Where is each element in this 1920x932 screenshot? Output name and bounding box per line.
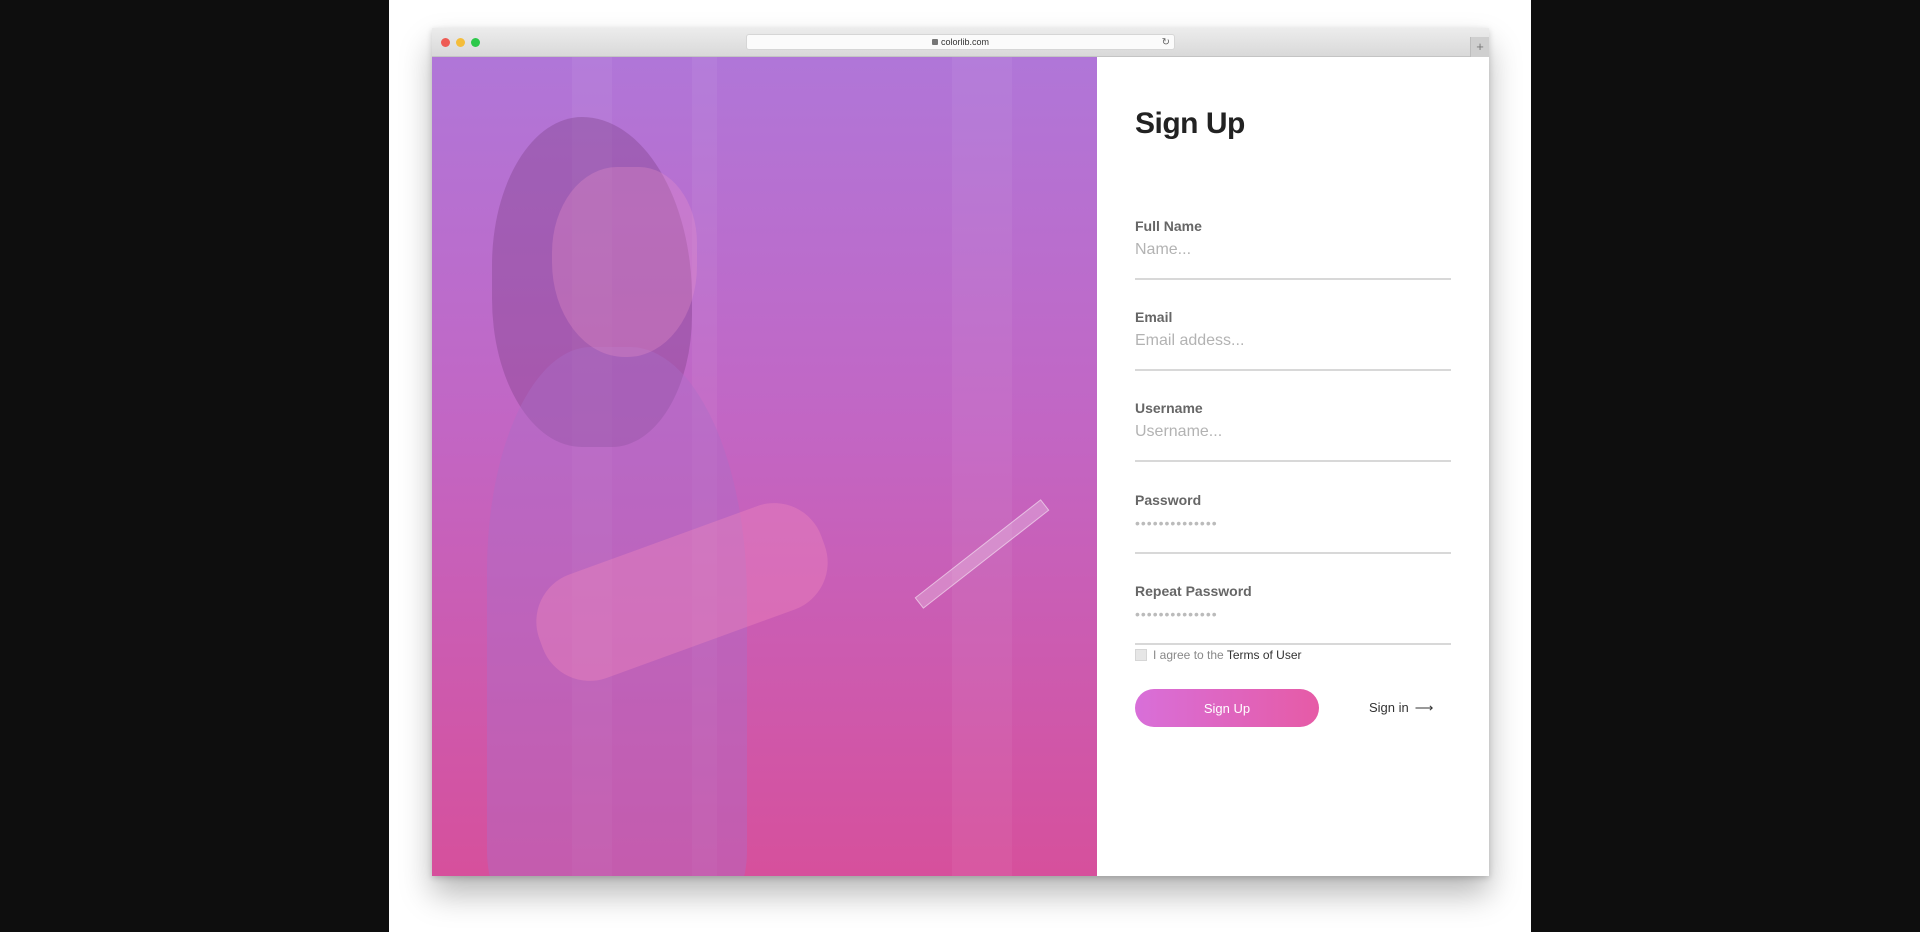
username-field: Username xyxy=(1135,400,1451,462)
email-input[interactable] xyxy=(1135,329,1451,353)
password-field: Password xyxy=(1135,492,1451,554)
sign-in-link[interactable]: Sign in ⟶ xyxy=(1369,700,1433,716)
address-bar[interactable]: colorlib.com ↻ xyxy=(746,34,1175,50)
full-name-label: Full Name xyxy=(1135,218,1202,234)
repeat-password-field: Repeat Password xyxy=(1135,583,1451,645)
password-input[interactable] xyxy=(1135,512,1451,536)
browser-window: colorlib.com ↻ + Sign Up Full Name Email xyxy=(432,28,1489,876)
hero-image xyxy=(432,57,1097,876)
username-input[interactable] xyxy=(1135,420,1451,444)
lock-icon xyxy=(931,38,938,45)
sign-in-label: Sign in xyxy=(1369,700,1409,715)
username-label: Username xyxy=(1135,400,1203,416)
arrow-right-icon: ⟶ xyxy=(1414,700,1434,715)
full-name-input[interactable] xyxy=(1135,238,1451,262)
url-text: colorlib.com xyxy=(940,37,989,47)
signup-form: Sign Up Full Name Email Username Passwor… xyxy=(1097,57,1489,876)
reload-icon[interactable]: ↻ xyxy=(1162,35,1170,50)
email-label: Email xyxy=(1135,309,1173,325)
close-window-button[interactable] xyxy=(441,38,450,47)
full-name-field: Full Name xyxy=(1135,218,1451,280)
form-title: Sign Up xyxy=(1135,107,1245,140)
new-tab-button[interactable]: + xyxy=(1470,37,1489,57)
repeat-password-label: Repeat Password xyxy=(1135,583,1252,599)
person-face xyxy=(552,167,697,357)
repeat-password-input[interactable] xyxy=(1135,603,1451,627)
sign-up-button[interactable]: Sign Up xyxy=(1135,689,1319,727)
background-stripe xyxy=(952,57,1012,876)
zoom-window-button[interactable] xyxy=(471,38,480,47)
minimize-window-button[interactable] xyxy=(456,38,465,47)
browser-titlebar: colorlib.com ↻ + xyxy=(432,28,1489,57)
email-field: Email xyxy=(1135,309,1451,371)
agree-text: I agree to the xyxy=(1153,648,1227,662)
page-background: colorlib.com ↻ + Sign Up Full Name Email xyxy=(389,0,1531,932)
password-label: Password xyxy=(1135,492,1202,508)
agree-checkbox[interactable] xyxy=(1135,648,1147,661)
terms-link[interactable]: Terms of User xyxy=(1227,648,1302,662)
terms-agreement: I agree to the Terms of User xyxy=(1135,648,1302,664)
